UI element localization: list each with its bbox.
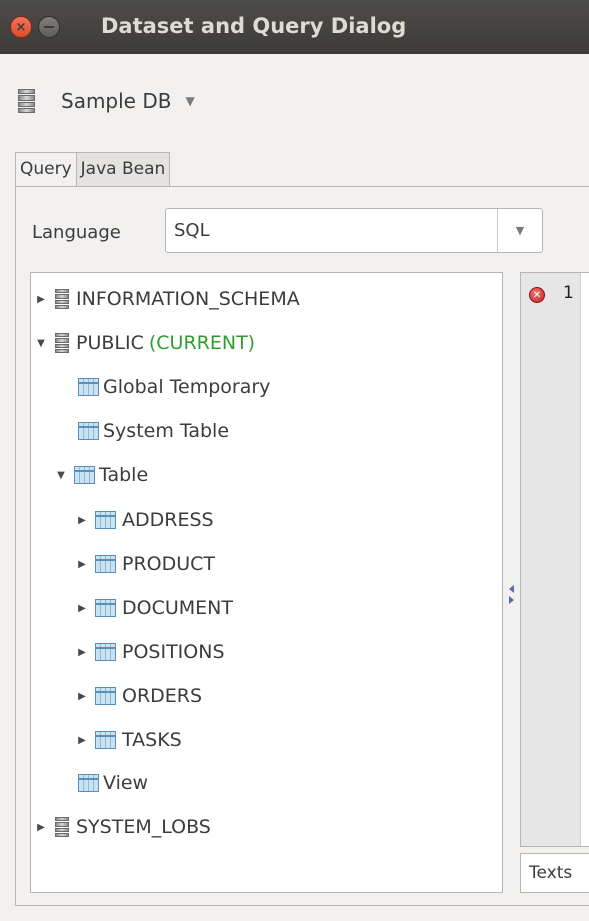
expander-icon[interactable]: ▶	[35, 294, 47, 305]
expander-icon[interactable]: ▶	[76, 735, 88, 746]
tree-node-label: Global Temporary	[103, 376, 271, 398]
tree-node-label: POSITIONS	[122, 641, 225, 663]
table-icon	[78, 422, 99, 440]
expander-icon[interactable]: ▶	[76, 559, 88, 570]
tree-node-label: SYSTEM_LOBS	[76, 816, 211, 838]
tree-node-label: ORDERS	[122, 685, 203, 707]
tree-node-label: PRODUCT	[122, 553, 216, 575]
table-icon	[95, 511, 116, 529]
tree-node-public[interactable]: ▼ PUBLIC (CURRENT)	[35, 323, 255, 363]
table-icon	[78, 378, 99, 396]
query-editor[interactable]: ✕ 1	[520, 272, 589, 847]
tree-node-label: View	[103, 772, 149, 794]
table-icon	[95, 643, 116, 661]
expander-icon[interactable]: ▶	[76, 691, 88, 702]
chevron-down-icon[interactable]: ▼	[185, 94, 194, 108]
current-schema-badge: (CURRENT)	[148, 332, 256, 354]
table-icon	[95, 731, 116, 749]
tree-node-table[interactable]: ▼ Table	[55, 455, 148, 495]
database-icon	[18, 89, 35, 113]
tree-node-address[interactable]: ▶ ADDRESS	[76, 500, 214, 540]
database-icon	[55, 289, 69, 309]
tree-node-label: DOCUMENT	[122, 597, 233, 619]
tab-strip: Query Java Bean	[15, 152, 171, 187]
table-icon	[95, 687, 116, 705]
datasource-label: Sample DB	[61, 89, 172, 113]
tree-node-label: ADDRESS	[122, 509, 214, 531]
tree-node-view[interactable]: View	[78, 763, 148, 803]
tree-node-system-lobs[interactable]: ▶ SYSTEM_LOBS	[35, 807, 211, 847]
tree-node-product[interactable]: ▶ PRODUCT	[76, 544, 215, 584]
datasource-selector[interactable]: Sample DB ▼	[18, 86, 195, 116]
tree-node-system-table[interactable]: System Table	[78, 411, 229, 451]
expander-icon[interactable]: ▼	[55, 470, 67, 481]
tree-node-label: System Table	[103, 420, 230, 442]
tree-node-tasks[interactable]: ▶ TASKS	[76, 720, 182, 760]
splitter-handle[interactable]	[508, 585, 516, 605]
schema-tree[interactable]: ▶ INFORMATION_SCHEMA ▼ PUBLIC (CURRENT) …	[30, 272, 503, 893]
tree-node-label: TASKS	[122, 729, 182, 751]
tree-node-label: INFORMATION_SCHEMA	[76, 288, 300, 310]
window-title: Dataset and Query Dialog	[101, 14, 407, 38]
tab-java-bean[interactable]: Java Bean	[76, 152, 171, 187]
expander-icon[interactable]: ▼	[35, 338, 47, 349]
table-icon	[95, 599, 116, 617]
tree-node-information-schema[interactable]: ▶ INFORMATION_SCHEMA	[35, 279, 300, 319]
tree-node-label: PUBLIC	[76, 332, 144, 354]
language-label: Language	[32, 222, 121, 243]
tree-node-global-temporary[interactable]: Global Temporary	[78, 367, 270, 407]
language-value: SQL	[174, 220, 210, 241]
title-bar: × Dataset and Query Dialog	[0, 0, 589, 54]
line-number: 1	[563, 283, 574, 303]
arrow-left-icon	[509, 585, 514, 593]
table-icon	[95, 555, 116, 573]
table-icon	[78, 774, 99, 792]
tree-node-orders[interactable]: ▶ ORDERS	[76, 676, 202, 716]
table-icon	[74, 466, 95, 484]
editor-gutter: ✕ 1	[521, 273, 581, 846]
tab-query[interactable]: Query	[15, 152, 77, 187]
tree-node-positions[interactable]: ▶ POSITIONS	[76, 632, 225, 672]
expander-icon[interactable]: ▶	[76, 515, 88, 526]
database-icon	[55, 817, 69, 837]
error-icon[interactable]: ✕	[529, 287, 545, 303]
expander-icon[interactable]: ▶	[76, 647, 88, 658]
tab-texts[interactable]: Texts	[520, 853, 589, 893]
expander-icon[interactable]: ▶	[76, 603, 88, 614]
language-select[interactable]: SQL ▼	[165, 208, 543, 253]
chevron-down-icon[interactable]: ▼	[497, 209, 542, 252]
minimize-icon[interactable]	[38, 16, 60, 38]
tree-node-label: Table	[99, 464, 149, 486]
database-icon	[55, 333, 69, 353]
tree-node-document[interactable]: ▶ DOCUMENT	[76, 588, 233, 628]
expander-icon[interactable]: ▶	[35, 822, 47, 833]
close-icon[interactable]: ×	[10, 16, 32, 38]
arrow-right-icon	[509, 596, 514, 604]
